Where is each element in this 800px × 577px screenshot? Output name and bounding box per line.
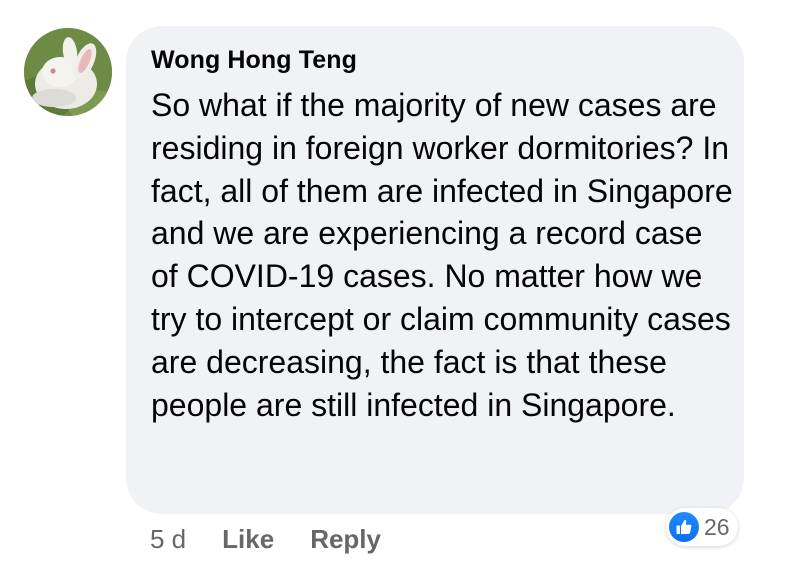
- reply-button[interactable]: Reply: [310, 524, 381, 555]
- comment-actions: 5 d Like Reply: [150, 524, 417, 555]
- comment: Wong Hong Teng So what if the majority o…: [0, 0, 800, 577]
- comment-author[interactable]: Wong Hong Teng: [151, 46, 357, 75]
- comment-timestamp[interactable]: 5 d: [150, 524, 186, 555]
- avatar[interactable]: [24, 28, 112, 116]
- comment-text: So what if the majority of new cases are…: [151, 87, 733, 423]
- rabbit-avatar-icon: [24, 28, 112, 116]
- reaction-summary[interactable]: 26: [666, 508, 738, 546]
- like-button[interactable]: Like: [222, 524, 274, 555]
- thumbs-up-icon: [669, 512, 699, 542]
- reaction-count: 26: [704, 513, 730, 540]
